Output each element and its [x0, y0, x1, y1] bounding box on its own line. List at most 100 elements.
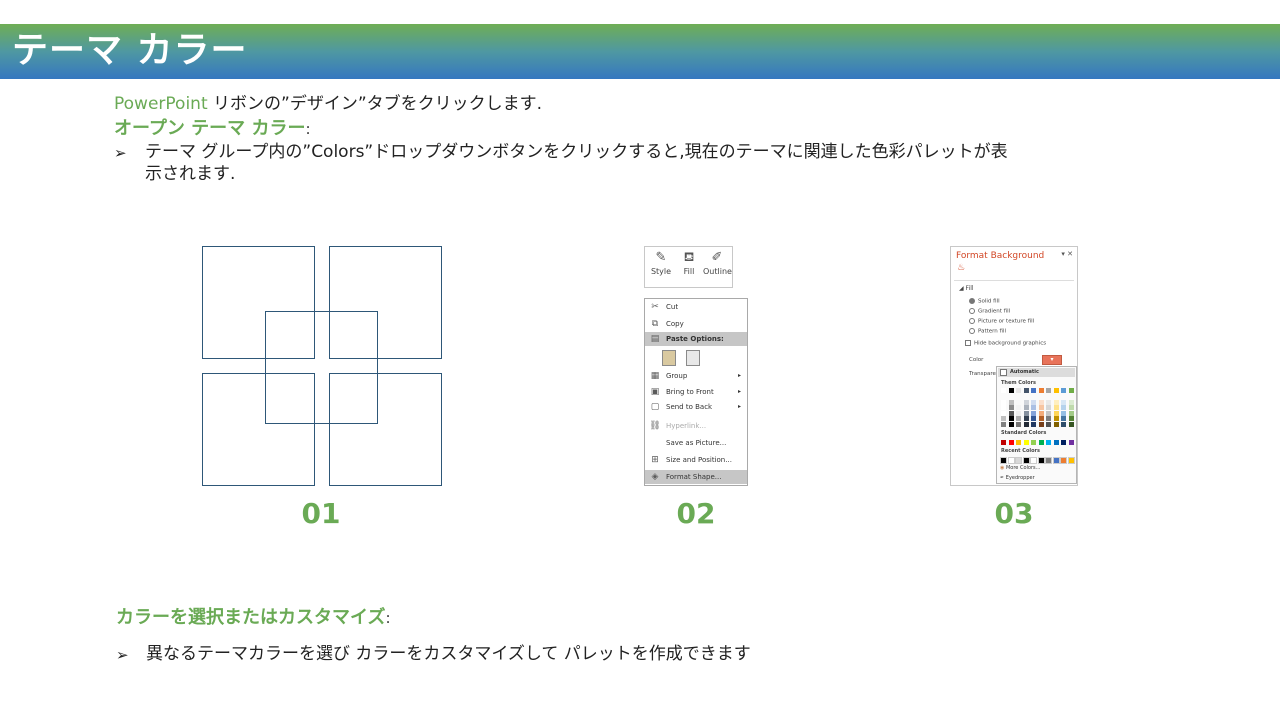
- theme-swatch[interactable]: [1008, 399, 1014, 405]
- theme-swatch[interactable]: [1068, 399, 1074, 405]
- theme-swatch[interactable]: [1068, 416, 1074, 421]
- theme-swatch[interactable]: [1038, 410, 1044, 416]
- standard-swatch[interactable]: [1016, 440, 1021, 445]
- paste-keep-formatting-icon[interactable]: [662, 350, 676, 366]
- recent-swatch[interactable]: [1022, 457, 1030, 464]
- theme-swatch[interactable]: [1001, 405, 1006, 410]
- paste-picture-icon[interactable]: [686, 350, 700, 366]
- theme-swatch[interactable]: [1023, 410, 1029, 416]
- ribbon-outline[interactable]: ✐ Outline: [703, 249, 732, 276]
- theme-swatch[interactable]: [1068, 405, 1074, 410]
- eyedropper-item[interactable]: ✒ Eyedropper: [1000, 475, 1035, 481]
- theme-swatch[interactable]: [1038, 421, 1044, 427]
- theme-swatch[interactable]: [1016, 399, 1021, 405]
- theme-swatch[interactable]: [1031, 416, 1036, 421]
- recent-swatch[interactable]: [1007, 457, 1015, 464]
- theme-swatch[interactable]: [1053, 388, 1059, 393]
- recent-swatch[interactable]: [1015, 457, 1022, 464]
- standard-swatch[interactable]: [1023, 440, 1029, 445]
- option-pattern-fill[interactable]: Pattern fill: [969, 328, 1006, 335]
- theme-swatch[interactable]: [1031, 421, 1036, 427]
- theme-swatch[interactable]: [1023, 399, 1029, 405]
- theme-swatch[interactable]: [1016, 405, 1021, 410]
- theme-swatch[interactable]: [1038, 388, 1044, 393]
- fill-section-header[interactable]: ◢ Fill: [959, 285, 974, 292]
- standard-swatch[interactable]: [1038, 440, 1044, 445]
- menu-item-send-to-back[interactable]: ▢ Send to Back ▸: [645, 400, 747, 414]
- theme-swatch[interactable]: [1046, 416, 1051, 421]
- theme-swatch[interactable]: [1038, 405, 1044, 410]
- theme-swatch[interactable]: [1061, 405, 1066, 410]
- theme-swatch[interactable]: [1001, 410, 1006, 416]
- ribbon-fill[interactable]: ⛾ Fill: [675, 249, 703, 276]
- standard-swatch[interactable]: [1068, 440, 1074, 445]
- recent-swatch[interactable]: [1030, 457, 1037, 464]
- standard-swatch[interactable]: [1061, 440, 1066, 445]
- theme-swatch[interactable]: [1023, 416, 1029, 421]
- menu-item-save-as-picture[interactable]: Save as Picture...: [645, 436, 747, 450]
- standard-swatch[interactable]: [1053, 440, 1059, 445]
- recent-swatch[interactable]: [1000, 457, 1007, 464]
- theme-swatch[interactable]: [1053, 399, 1059, 405]
- recent-swatch[interactable]: [1037, 457, 1045, 464]
- theme-swatch[interactable]: [1046, 410, 1051, 416]
- theme-swatch[interactable]: [1046, 421, 1051, 427]
- recent-swatch[interactable]: [1067, 457, 1075, 464]
- theme-swatch[interactable]: [1001, 388, 1006, 393]
- theme-swatch[interactable]: [1016, 421, 1021, 427]
- theme-swatch[interactable]: [1038, 416, 1044, 421]
- theme-swatch[interactable]: [1008, 416, 1014, 421]
- standard-swatch[interactable]: [1031, 440, 1036, 445]
- automatic-row[interactable]: Automatic: [998, 368, 1075, 377]
- theme-swatch[interactable]: [1001, 416, 1006, 421]
- theme-swatch[interactable]: [1001, 399, 1006, 405]
- theme-swatch[interactable]: [1031, 399, 1036, 405]
- theme-swatch[interactable]: [1023, 421, 1029, 427]
- color-dropdown-button[interactable]: ▾: [1042, 355, 1062, 365]
- standard-swatch[interactable]: [1001, 440, 1006, 445]
- theme-swatch[interactable]: [1031, 410, 1036, 416]
- theme-swatch[interactable]: [1023, 388, 1029, 393]
- theme-swatch[interactable]: [1038, 399, 1044, 405]
- theme-swatch[interactable]: [1008, 410, 1014, 416]
- theme-swatch[interactable]: [1053, 410, 1059, 416]
- theme-swatch[interactable]: [1061, 410, 1066, 416]
- menu-item-format-shape[interactable]: ◈ Format Shape...: [645, 470, 747, 484]
- ribbon-style[interactable]: ✎ Style: [647, 249, 675, 276]
- theme-swatch[interactable]: [1046, 388, 1051, 393]
- option-gradient-fill[interactable]: Gradient fill: [969, 308, 1010, 315]
- theme-swatch[interactable]: [1061, 388, 1066, 393]
- theme-swatch[interactable]: [1031, 388, 1036, 393]
- theme-swatch[interactable]: [1008, 405, 1014, 410]
- theme-swatch[interactable]: [1008, 388, 1014, 393]
- theme-swatch[interactable]: [1068, 388, 1074, 393]
- theme-swatch[interactable]: [1061, 399, 1066, 405]
- theme-swatch[interactable]: [1061, 416, 1066, 421]
- more-colors-item[interactable]: ◉ More Colors...: [1000, 465, 1040, 471]
- theme-swatch[interactable]: [1053, 405, 1059, 410]
- menu-item-cut[interactable]: ✂ Cut: [645, 300, 747, 314]
- theme-swatch[interactable]: [1053, 421, 1059, 427]
- theme-swatch[interactable]: [1061, 421, 1066, 427]
- hide-background-checkbox[interactable]: Hide background graphics: [965, 340, 1046, 347]
- theme-swatch[interactable]: [1046, 399, 1051, 405]
- menu-item-size-position[interactable]: ⊞ Size and Position...: [645, 453, 747, 467]
- theme-swatch[interactable]: [1053, 416, 1059, 421]
- recent-swatch[interactable]: [1045, 457, 1052, 464]
- option-picture-fill[interactable]: Picture or texture fill: [969, 318, 1034, 325]
- theme-swatch[interactable]: [1046, 405, 1051, 410]
- recent-swatch[interactable]: [1052, 457, 1060, 464]
- standard-swatch[interactable]: [1008, 440, 1014, 445]
- theme-swatch[interactable]: [1031, 405, 1036, 410]
- theme-swatch[interactable]: [1008, 421, 1014, 427]
- option-solid-fill[interactable]: Solid fill: [969, 298, 1000, 305]
- paint-bucket-icon[interactable]: ♨: [957, 263, 965, 273]
- menu-item-copy[interactable]: ⧉ Copy: [645, 317, 747, 331]
- theme-swatch[interactable]: [1016, 388, 1021, 393]
- menu-item-group[interactable]: ▦ Group ▸: [645, 369, 747, 383]
- menu-item-bring-to-front[interactable]: ▣ Bring to Front ▸: [645, 385, 747, 399]
- standard-swatch[interactable]: [1046, 440, 1051, 445]
- theme-swatch[interactable]: [1001, 421, 1006, 427]
- theme-swatch[interactable]: [1016, 416, 1021, 421]
- theme-swatch[interactable]: [1068, 410, 1074, 416]
